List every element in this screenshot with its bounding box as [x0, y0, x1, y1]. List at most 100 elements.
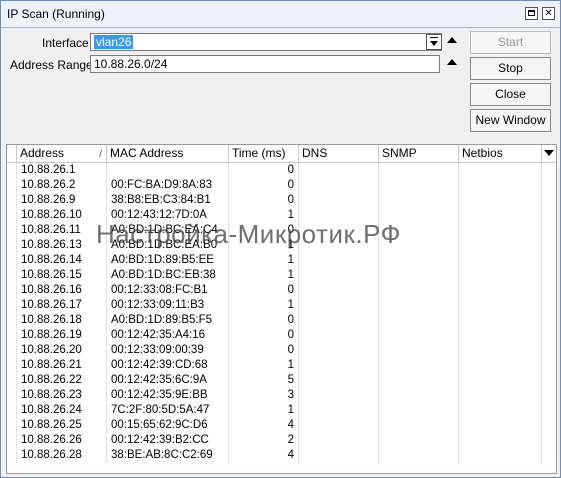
- table-row[interactable]: 10.88.26.22 00:12:42:35:6C:9A 5: [7, 373, 556, 388]
- table-row[interactable]: 10.88.26.18 A0:BD:1D:89:B5:F5 0: [7, 313, 556, 328]
- table-row[interactable]: 10.88.26.23 00:12:42:35:9E:BB 3: [7, 388, 556, 403]
- cell-netbios: [459, 403, 542, 418]
- table-row[interactable]: 10.88.26.26 00:12:42:39:B2:CC 2: [7, 433, 556, 448]
- row-gutter: [7, 433, 17, 448]
- cell-time: 1: [229, 358, 299, 373]
- scan-results-table[interactable]: Address / MAC Address Time (ms) DNS SNMP…: [6, 144, 557, 474]
- cell-snmp: [379, 418, 459, 433]
- table-row[interactable]: 10.88.26.13 A0:BD:1D:BC:EA:B0 1: [7, 238, 556, 253]
- cell-snmp: [379, 223, 459, 238]
- table-row[interactable]: 10.88.26.20 00:12:33:09:00:39 0: [7, 343, 556, 358]
- cell-mac-address: 00:FC:BA:D9:8A:83: [107, 178, 229, 193]
- up-arrow-icon[interactable]: [447, 59, 457, 65]
- cell-dns: [299, 343, 379, 358]
- table-row[interactable]: 10.88.26.2 00:FC:BA:D9:8A:83 0: [7, 178, 556, 193]
- address-range-label: Address Range:: [10, 58, 97, 72]
- cell-time: 1: [229, 253, 299, 268]
- cell-mac-address: 00:15:65:62:9C:D6: [107, 418, 229, 433]
- cell-snmp: [379, 163, 459, 178]
- cell-snmp: [379, 328, 459, 343]
- cell-address: 10.88.26.15: [17, 268, 107, 283]
- interface-select[interactable]: vlan26: [90, 33, 442, 51]
- title-bar[interactable]: IP Scan (Running) ✕: [1, 1, 560, 28]
- column-mac-address[interactable]: MAC Address: [107, 145, 229, 162]
- table-row[interactable]: 10.88.26.9 38:B8:EB:C3:84:B1 0: [7, 193, 556, 208]
- row-gutter: [7, 253, 17, 268]
- table-row[interactable]: 10.88.26.10 00:12:43:12:7D:0A 1: [7, 208, 556, 223]
- column-dns[interactable]: DNS: [299, 145, 379, 162]
- cell-netbios: [459, 343, 542, 358]
- column-time[interactable]: Time (ms): [229, 145, 299, 162]
- table-row[interactable]: 10.88.26.1 0: [7, 163, 556, 178]
- column-address[interactable]: Address /: [17, 145, 107, 162]
- cell-time: 5: [229, 373, 299, 388]
- new-window-button[interactable]: New Window: [470, 109, 551, 132]
- cell-address: 10.88.26.26: [17, 433, 107, 448]
- cell-address: 10.88.26.25: [17, 418, 107, 433]
- row-gutter: [7, 223, 17, 238]
- row-gutter: [7, 163, 17, 178]
- table-row[interactable]: 10.88.26.25 00:15:65:62:9C:D6 4: [7, 418, 556, 433]
- cell-time: 0: [229, 343, 299, 358]
- row-gutter: [7, 358, 17, 373]
- table-row[interactable]: 10.88.26.11 A0:BD:1D:BC:EA:C4 0: [7, 223, 556, 238]
- stop-button[interactable]: Stop: [470, 57, 551, 80]
- cell-snmp: [379, 433, 459, 448]
- table-row[interactable]: 10.88.26.14 A0:BD:1D:89:B5:EE 1: [7, 253, 556, 268]
- cell-mac-address: 00:12:43:12:7D:0A: [107, 208, 229, 223]
- cell-netbios: [459, 223, 542, 238]
- cell-mac-address: 00:12:33:08:FC:B1: [107, 283, 229, 298]
- column-netbios[interactable]: Netbios: [459, 145, 542, 162]
- close-button[interactable]: Close: [470, 83, 551, 106]
- ip-scan-window: IP Scan (Running) ✕ Interface: vlan26 Ad…: [0, 0, 561, 478]
- table-row[interactable]: 10.88.26.24 7C:2F:80:5D:5A:47 1: [7, 403, 556, 418]
- cell-netbios: [459, 253, 542, 268]
- cell-netbios: [459, 178, 542, 193]
- cell-time: 1: [229, 298, 299, 313]
- cell-mac-address: [107, 163, 229, 178]
- cell-time: 0: [229, 223, 299, 238]
- cell-time: 3: [229, 388, 299, 403]
- cell-time: 4: [229, 448, 299, 463]
- table-row[interactable]: 10.88.26.15 A0:BD:1D:BC:EB:38 1: [7, 268, 556, 283]
- start-button[interactable]: Start: [470, 31, 551, 54]
- cell-snmp: [379, 238, 459, 253]
- cell-snmp: [379, 178, 459, 193]
- column-snmp[interactable]: SNMP: [379, 145, 459, 162]
- cell-address: 10.88.26.21: [17, 358, 107, 373]
- cell-netbios: [459, 208, 542, 223]
- maximize-icon[interactable]: [525, 7, 538, 20]
- window-title: IP Scan (Running): [7, 7, 105, 21]
- cell-mac-address: 38:BE:AB:8C:C2:69: [107, 448, 229, 463]
- cell-mac-address: A0:BD:1D:BC:EA:C4: [107, 223, 229, 238]
- cell-dns: [299, 448, 379, 463]
- cell-address: 10.88.26.17: [17, 298, 107, 313]
- cell-mac-address: 00:12:42:35:A4:16: [107, 328, 229, 343]
- table-row[interactable]: 10.88.26.19 00:12:42:35:A4:16 0: [7, 328, 556, 343]
- up-arrow-icon[interactable]: [447, 37, 457, 43]
- row-gutter: [7, 193, 17, 208]
- dropdown-icon[interactable]: [426, 34, 442, 50]
- table-row[interactable]: 10.88.26.28 38:BE:AB:8C:C2:69 4: [7, 448, 556, 463]
- row-gutter: [7, 448, 17, 463]
- cell-netbios: [459, 298, 542, 313]
- cell-time: 4: [229, 418, 299, 433]
- cell-netbios: [459, 163, 542, 178]
- cell-netbios: [459, 193, 542, 208]
- table-row[interactable]: 10.88.26.17 00:12:33:09:11:B3 1: [7, 298, 556, 313]
- close-icon[interactable]: ✕: [542, 7, 555, 20]
- table-row[interactable]: 10.88.26.21 00:12:42:39:CD:68 1: [7, 358, 556, 373]
- cell-dns: [299, 238, 379, 253]
- cell-address: 10.88.26.22: [17, 373, 107, 388]
- table-body: 10.88.26.1 0 10.88.26.2 00:FC:BA:D9:8A:83 0 1…: [7, 163, 556, 463]
- cell-time: 0: [229, 178, 299, 193]
- column-menu-icon[interactable]: [542, 145, 556, 162]
- table-row[interactable]: 10.88.26.16 00:12:33:08:FC:B1 0: [7, 283, 556, 298]
- cell-address: 10.88.26.11: [17, 223, 107, 238]
- cell-dns: [299, 403, 379, 418]
- cell-mac-address: 00:12:42:39:B2:CC: [107, 433, 229, 448]
- cell-netbios: [459, 313, 542, 328]
- cell-mac-address: 00:12:33:09:11:B3: [107, 298, 229, 313]
- cell-snmp: [379, 403, 459, 418]
- address-range-input[interactable]: 10.88.26.0/24: [90, 55, 440, 73]
